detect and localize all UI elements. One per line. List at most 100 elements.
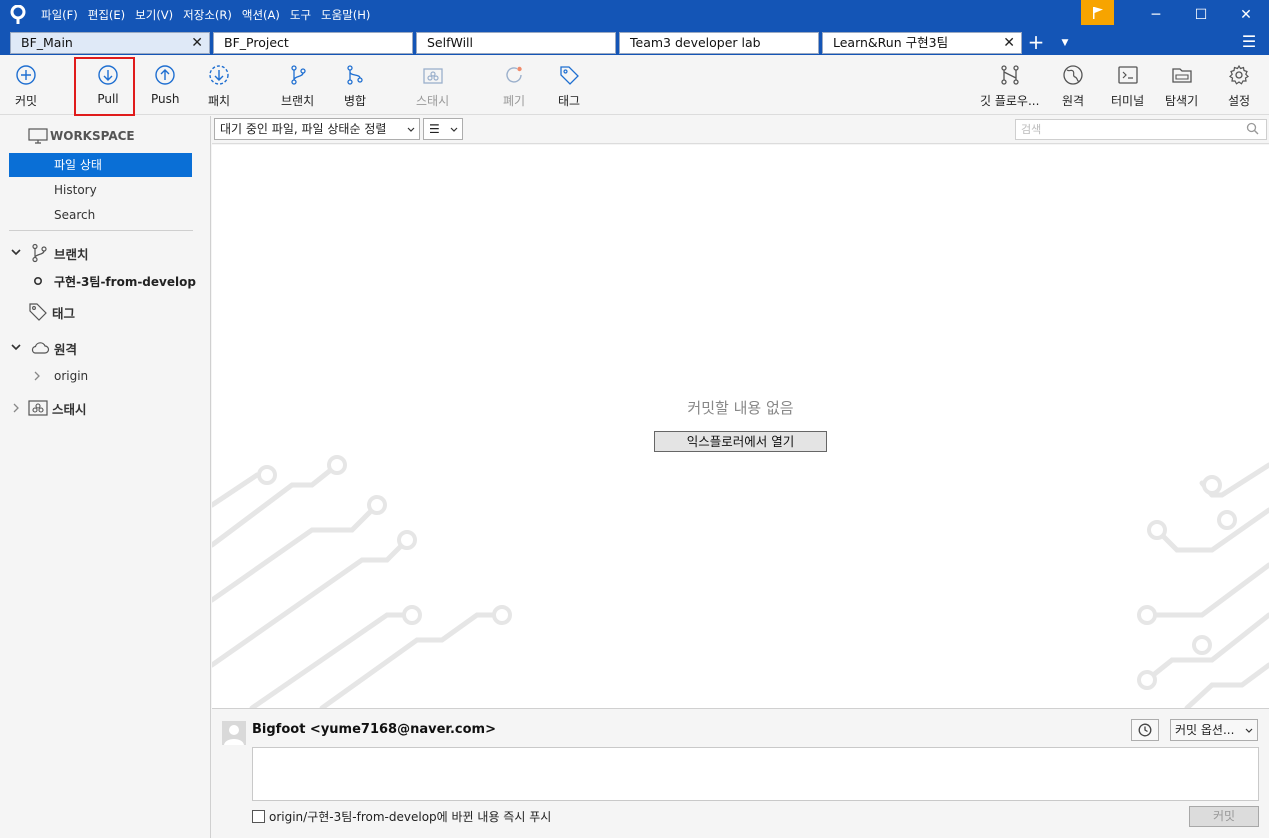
tab-label: SelfWill xyxy=(427,35,474,50)
chevron-down-icon xyxy=(1245,720,1253,740)
remote-button[interactable]: 원격 xyxy=(1061,63,1085,111)
tags-label: 태그 xyxy=(52,305,76,321)
open-in-explorer-button[interactable]: 익스플로러에서 열기 xyxy=(654,431,827,452)
branch-label: 브랜치 xyxy=(281,94,315,108)
tab-close-icon[interactable]: ✕ xyxy=(1003,33,1015,53)
workspace-label: WORKSPACE xyxy=(50,129,135,143)
push-immediately-checkbox[interactable] xyxy=(252,810,265,823)
merge-label: 병합 xyxy=(343,94,367,108)
file-filter-bar: 대기 중인 파일, 파일 상태순 정렬 ☰ xyxy=(212,116,1269,144)
sidebar-item-search[interactable]: Search xyxy=(54,203,95,227)
gitflow-button[interactable]: 깃 플로우... xyxy=(980,63,1039,111)
remote-label: 원격 xyxy=(1061,94,1085,108)
sidebar: WORKSPACE 파일 상태 History Search 브랜치 구현-3팀… xyxy=(0,116,211,838)
remotes-label: 원격 xyxy=(54,341,78,357)
gitflow-label: 깃 플로우... xyxy=(980,94,1040,108)
flag-button[interactable] xyxy=(1081,0,1114,25)
commit-panel: Bigfoot <yume7168@naver.com> 커밋 옵션... or… xyxy=(212,708,1269,838)
explorer-button[interactable]: 탐색기 xyxy=(1165,63,1198,111)
commit-history-button[interactable] xyxy=(1131,719,1159,741)
chevron-down-icon[interactable] xyxy=(8,248,24,259)
file-sort-select[interactable]: 대기 중인 파일, 파일 상태순 정렬 xyxy=(214,118,420,140)
stash-button[interactable]: 스태시 xyxy=(416,63,449,111)
tab-list-dropdown-icon[interactable]: ▼ xyxy=(1058,32,1072,54)
merge-button[interactable]: 병합 xyxy=(343,63,367,111)
sidebar-tags-header[interactable]: 태그 xyxy=(0,300,211,324)
push-button[interactable]: Push xyxy=(151,63,180,111)
sourcetree-logo-icon[interactable] xyxy=(0,0,36,30)
title-bar: 파일(F) 편집(E) 보기(V) 저장소(R) 액션(A) 도구 도움말(H)… xyxy=(0,0,1269,30)
tab-team3-developer-lab[interactable]: Team3 developer lab xyxy=(619,32,819,54)
branch-button[interactable]: 브랜치 xyxy=(281,63,314,111)
current-branch-dot-icon xyxy=(33,276,54,286)
add-tab-icon[interactable]: + xyxy=(1026,32,1046,54)
toolbar: 커밋 Pull Push 패치 브랜치 병합 스태시 폐기 태그 깃 플로우..… xyxy=(0,55,1269,116)
tag-button[interactable]: 태그 xyxy=(557,63,581,111)
sidebar-item-history[interactable]: History xyxy=(54,178,97,202)
search-icon xyxy=(1246,122,1259,138)
menu-repository[interactable]: 저장소(R) xyxy=(178,0,237,30)
search-input[interactable] xyxy=(1015,119,1267,140)
sidebar-branches-header[interactable]: 브랜치 xyxy=(0,241,211,265)
terminal-button[interactable]: 터미널 xyxy=(1111,63,1144,111)
tab-learn-run[interactable]: Learn&Run 구현3팀 ✕ xyxy=(822,32,1022,54)
push-immediately-label: origin/구현-3팀-from-develop에 바뀐 내용 즉시 푸시 xyxy=(269,810,552,824)
tab-bf-main[interactable]: BF_Main ✕ xyxy=(10,32,210,54)
chevron-down-icon[interactable] xyxy=(8,343,24,354)
chevron-right-icon[interactable] xyxy=(33,371,54,381)
repository-tab-bar: BF_Main ✕ BF_Project SelfWill Team3 deve… xyxy=(0,30,1269,55)
pull-label: Pull xyxy=(97,92,119,106)
tag-icon xyxy=(557,63,581,87)
menu-help[interactable]: 도움말(H) xyxy=(316,0,375,30)
commit-button[interactable]: 커밋 xyxy=(14,63,38,111)
globe-icon xyxy=(1061,63,1085,87)
sidebar-item-origin[interactable]: origin xyxy=(0,364,211,388)
fetch-button[interactable]: 패치 xyxy=(207,63,231,111)
pull-button[interactable]: Pull xyxy=(96,63,120,111)
menu-file[interactable]: 파일(F) xyxy=(36,0,83,30)
sidebar-item-current-branch[interactable]: 구현-3팀-from-develop xyxy=(0,269,211,293)
gear-icon xyxy=(1227,63,1251,87)
commit-author: Bigfoot <yume7168@naver.com> xyxy=(252,722,496,737)
tab-close-icon[interactable]: ✕ xyxy=(191,33,203,53)
menu-actions[interactable]: 액션(A) xyxy=(237,0,285,30)
tag-icon xyxy=(28,302,52,322)
minimize-button[interactable]: ─ xyxy=(1133,0,1179,30)
chevron-right-icon[interactable] xyxy=(12,403,28,413)
close-window-button[interactable]: ✕ xyxy=(1223,0,1269,30)
commit-options-select[interactable]: 커밋 옵션... xyxy=(1170,719,1258,741)
tab-label: BF_Main xyxy=(21,35,73,50)
tab-bf-project[interactable]: BF_Project xyxy=(213,32,413,54)
settings-label: 설정 xyxy=(1227,94,1251,108)
clock-icon xyxy=(1138,723,1152,737)
menu-tools[interactable]: 도구 xyxy=(285,0,316,30)
menu-view[interactable]: 보기(V) xyxy=(130,0,178,30)
flag-icon xyxy=(1092,6,1103,19)
chevron-down-icon xyxy=(407,119,415,139)
maximize-button[interactable]: ☐ xyxy=(1178,0,1224,30)
file-status-panel: 커밋할 내용 없음 익스플로러에서 열기 xyxy=(212,145,1269,708)
tab-label: Learn&Run 구현3팀 xyxy=(833,35,949,50)
settings-button[interactable]: 설정 xyxy=(1227,63,1251,111)
tab-label: Team3 developer lab xyxy=(630,35,761,50)
sidebar-item-file-status[interactable]: 파일 상태 xyxy=(9,153,192,177)
commit-submit-button[interactable]: 커밋 xyxy=(1189,806,1259,827)
sidebar-stashes-header[interactable]: 스태시 xyxy=(0,396,211,420)
discard-icon xyxy=(502,63,526,87)
discard-button[interactable]: 폐기 xyxy=(502,63,526,111)
push-label: Push xyxy=(151,92,180,106)
terminal-icon xyxy=(1116,63,1140,87)
fetch-label: 패치 xyxy=(207,94,231,108)
branches-label: 브랜치 xyxy=(54,246,89,262)
tab-selfwill[interactable]: SelfWill xyxy=(416,32,616,54)
sidebar-divider xyxy=(9,230,193,231)
branch-icon xyxy=(286,63,310,87)
remote-name: origin xyxy=(54,369,89,383)
menu-edit[interactable]: 편집(E) xyxy=(83,0,130,30)
view-mode-select[interactable]: ☰ xyxy=(423,118,463,140)
hamburger-menu-icon[interactable]: ☰ xyxy=(1240,32,1258,54)
sidebar-remotes-header[interactable]: 원격 xyxy=(0,336,211,360)
stash-icon xyxy=(28,400,52,416)
commit-message-input[interactable] xyxy=(252,747,1259,801)
tab-label: BF_Project xyxy=(224,35,289,50)
